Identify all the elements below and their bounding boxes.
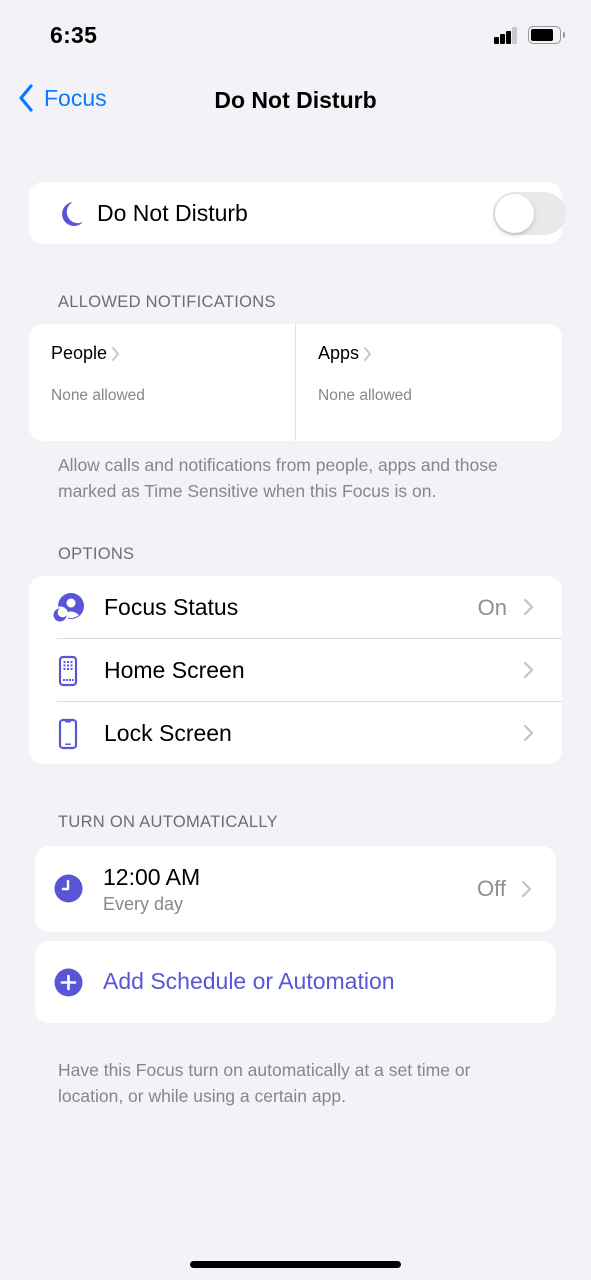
- status-bar: 6:35: [0, 0, 591, 70]
- chevron-right-icon: [364, 346, 371, 361]
- chevron-right-icon: [523, 724, 534, 742]
- allowed-notifications-footer: Allow calls and notifications from peopl…: [58, 455, 498, 501]
- schedule-time: 12:00 AM: [103, 864, 201, 890]
- focus-status-icon: [51, 591, 85, 625]
- lock-screen-label: Lock Screen: [104, 720, 232, 746]
- chevron-right-icon: [523, 661, 534, 679]
- people-allowed-button[interactable]: People None allowed: [29, 324, 296, 441]
- home-indicator[interactable]: [190, 1261, 401, 1268]
- focus-status-value: On: [477, 595, 507, 620]
- add-schedule-button[interactable]: Add Schedule or Automation: [35, 941, 556, 1023]
- plus-circle-icon: [54, 968, 83, 997]
- focus-toggle-label: Do Not Disturb: [97, 200, 248, 226]
- apps-status: None allowed: [318, 387, 412, 404]
- battery-icon: [528, 26, 565, 44]
- chevron-right-icon: [112, 346, 119, 361]
- home-screen-icon: [51, 654, 85, 688]
- page-title: Do Not Disturb: [214, 87, 377, 113]
- home-screen-row[interactable]: Home Screen: [29, 639, 562, 702]
- allowed-notifications-header: ALLOWED NOTIFICATIONS: [58, 293, 276, 311]
- cellular-signal-icon: [494, 27, 518, 44]
- moon-icon: [62, 202, 83, 226]
- focus-status-label: Focus Status: [104, 594, 239, 620]
- lock-screen-row[interactable]: Lock Screen: [29, 702, 562, 765]
- automation-header: TURN ON AUTOMATICALLY: [58, 813, 278, 831]
- people-status: None allowed: [51, 387, 145, 404]
- options-card: Focus Status On Home Screen Lock Screen: [29, 576, 562, 764]
- focus-toggle-row: Do Not Disturb: [29, 182, 566, 244]
- focus-toggle-switch[interactable]: [493, 192, 566, 235]
- status-time: 6:35: [50, 22, 98, 48]
- chevron-right-icon: [521, 880, 532, 898]
- navigation-bar: Focus Do Not Disturb: [0, 78, 591, 122]
- schedule-state: Off: [477, 876, 506, 901]
- allowed-notifications-card: People None allowed Apps None allowed: [29, 324, 562, 441]
- options-header: OPTIONS: [58, 545, 135, 563]
- chevron-right-icon: [523, 598, 534, 616]
- focus-status-row[interactable]: Focus Status On: [29, 576, 562, 639]
- schedule-row[interactable]: 12:00 AM Every day Off: [35, 846, 556, 932]
- add-schedule-label: Add Schedule or Automation: [103, 968, 395, 994]
- apps-allowed-button[interactable]: Apps None allowed: [296, 324, 562, 441]
- lock-screen-icon: [51, 717, 85, 751]
- people-label: People: [51, 343, 108, 363]
- apps-label: Apps: [318, 343, 360, 363]
- home-screen-label: Home Screen: [104, 657, 245, 683]
- automation-footer: Have this Focus turn on automatically at…: [58, 1060, 471, 1106]
- schedule-repeat: Every day: [103, 894, 184, 914]
- clock-icon: [54, 874, 83, 903]
